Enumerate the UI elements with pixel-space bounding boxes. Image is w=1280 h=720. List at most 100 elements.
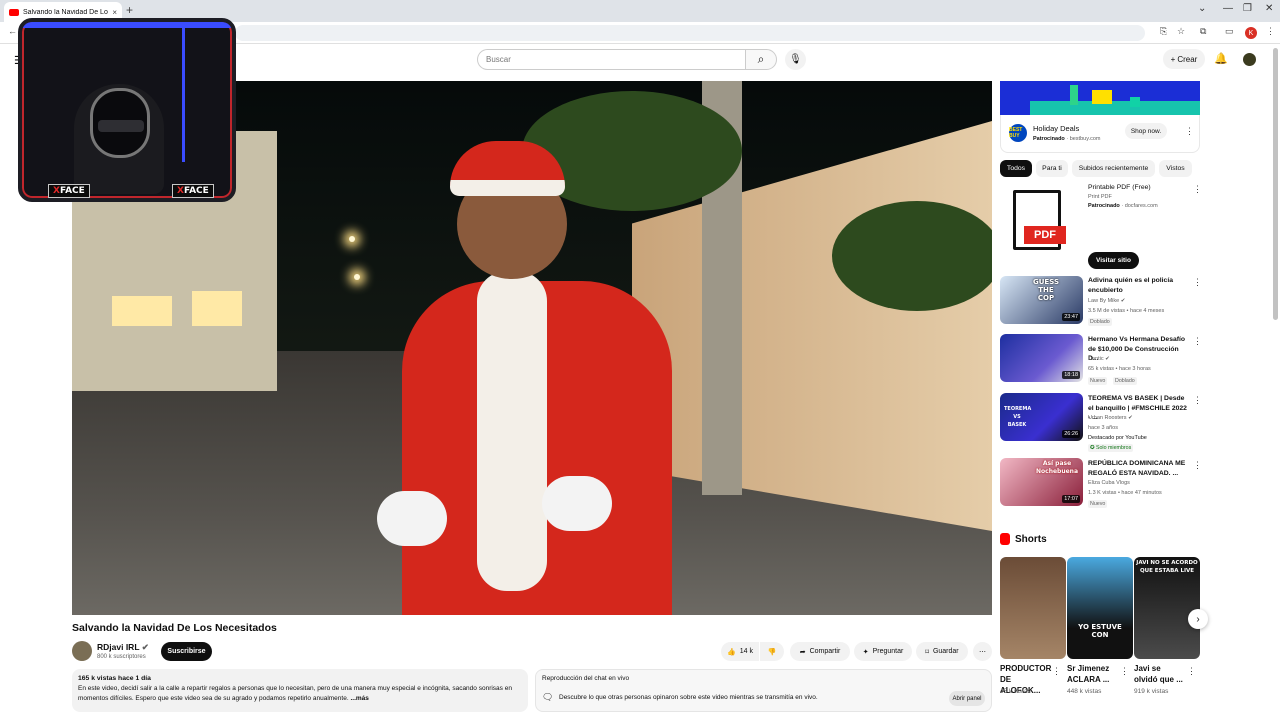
new-badge: Nuevo <box>1088 377 1108 385</box>
video-frame-lamp-2 <box>354 274 360 280</box>
shorts-next-button[interactable]: › <box>1188 609 1208 629</box>
browser-menu-icon[interactable]: ⋮ <box>1266 26 1275 37</box>
chip-todos[interactable]: Todos <box>1000 160 1032 177</box>
recommendation-meta: 65 k vistas • hace 3 horas <box>1088 366 1151 372</box>
dislike-button[interactable]: 👎 <box>760 642 784 661</box>
visit-site-button[interactable]: Visitar sitio <box>1088 252 1139 269</box>
sidepanel-icon[interactable]: ▭ <box>1225 26 1234 37</box>
short-title[interactable]: Sr Jimenez ACLARA ... <box>1067 663 1117 685</box>
microphone-icon: 🎙 <box>789 54 802 65</box>
chip-para-ti[interactable]: Para ti <box>1036 160 1068 177</box>
short-views: 919 k vistas <box>1134 688 1169 695</box>
extensions-icon[interactable]: ⧉ <box>1200 26 1206 37</box>
profile-avatar[interactable]: K <box>1245 27 1257 39</box>
more-actions-button[interactable]: ⋯ <box>973 642 992 661</box>
recommendation-channel: Dantic ✔ <box>1088 356 1110 362</box>
description-box[interactable]: 165 k vistas hace 1 día En este video, d… <box>72 669 528 712</box>
voice-search-button[interactable]: 🎙 <box>785 49 806 70</box>
short-thumbnail[interactable] <box>1000 557 1066 659</box>
video-frame-santa-fur <box>477 271 547 591</box>
subscribe-button[interactable]: Suscribirse <box>161 642 212 661</box>
duration-badge: 23:47 <box>1062 313 1080 321</box>
short-menu-icon[interactable]: ⋮ <box>1187 666 1196 677</box>
short-thumbnail[interactable]: JAVI NO SE ACORDO QUE ESTABA LIVE <box>1134 557 1200 659</box>
install-app-icon[interactable]: ⎘ <box>1160 26 1167 37</box>
video-frame-lamp <box>349 236 355 242</box>
ad-banner-image[interactable] <box>1000 81 1200 115</box>
thumbs-up-icon: 👍 <box>727 648 736 656</box>
close-window-icon[interactable]: ✕ <box>1265 3 1273 14</box>
ad-menu-icon[interactable]: ⋮ <box>1185 126 1194 137</box>
subscriber-count: 800 k suscriptores <box>97 654 146 660</box>
recommendation-thumbnail[interactable]: Así pase Nochebuena 17:07 <box>1000 458 1083 506</box>
maximize-icon[interactable]: ❐ <box>1243 3 1252 14</box>
recommendation-menu-icon[interactable]: ⋮ <box>1193 460 1202 471</box>
video-frame-glove-right <box>542 476 612 531</box>
tab-search-icon[interactable]: ⌄ <box>1198 3 1206 14</box>
chat-replay-text: Descubre lo que otras personas opinaron … <box>559 694 818 701</box>
plus-icon: + <box>1170 54 1176 64</box>
short-menu-icon[interactable]: ⋮ <box>1120 666 1129 677</box>
tab-close-icon[interactable]: × <box>112 8 117 17</box>
chat-bubble-icon: 🗨 <box>542 692 554 702</box>
verified-icon: ✔ <box>1128 415 1133 421</box>
address-bar[interactable] <box>235 25 1145 41</box>
share-button[interactable]: ➦ Compartir <box>790 642 850 661</box>
short-thumbnail[interactable]: YO ESTUVE CON <box>1067 557 1133 659</box>
back-icon[interactable]: ← <box>8 26 17 36</box>
chip-subidos-recientemente[interactable]: Subidos recientemente <box>1072 160 1155 177</box>
search-icon: ⌕ <box>757 52 765 66</box>
promo-thumbnail[interactable]: PDF <box>1000 183 1083 273</box>
youtube-favicon-icon <box>9 8 19 16</box>
recommendation-thumbnail[interactable]: GUESS THE COP 23:47 <box>1000 276 1083 324</box>
short-title[interactable]: Javi se olvidó que ... <box>1134 663 1184 685</box>
search-button[interactable]: ⌕ <box>745 49 777 70</box>
recommendation-channel: Law By Mike ✔ <box>1088 298 1126 304</box>
sparkle-icon: ✦ <box>862 648 869 656</box>
save-button[interactable]: ⌑ Guardar <box>916 642 968 661</box>
ask-button[interactable]: ✦ Preguntar <box>854 642 912 661</box>
notifications-bell-icon[interactable]: 🔔 <box>1214 52 1228 65</box>
verified-icon: ✔ <box>141 642 149 652</box>
promo-title[interactable]: Printable PDF (Free) <box>1088 183 1188 193</box>
search-input[interactable]: Buscar <box>477 49 745 70</box>
open-panel-button[interactable]: Abrir panel <box>949 691 985 706</box>
like-button[interactable]: 👍 14 k <box>721 642 759 661</box>
recommendation-thumbnail[interactable]: 18:18 <box>1000 334 1083 382</box>
recommendation-menu-icon[interactable]: ⋮ <box>1193 336 1202 347</box>
channel-avatar[interactable] <box>72 641 92 661</box>
channel-name[interactable]: RDjavi IRL ✔ <box>97 642 149 653</box>
account-avatar[interactable] <box>1243 53 1256 66</box>
document-icon: PDF <box>1013 190 1066 250</box>
short-menu-icon[interactable]: ⋮ <box>1052 666 1061 677</box>
recommendation-thumbnail[interactable]: TEOREMA VS BASEK 26:26 <box>1000 393 1083 441</box>
face-logo-right: X FACE <box>172 184 214 198</box>
promo-sponsored: Patrocinado · docfares.com <box>1088 203 1158 209</box>
chevron-right-icon: › <box>1196 613 1200 625</box>
new-tab-button[interactable]: + <box>126 3 133 17</box>
dubbed-badge: Doblado <box>1088 318 1112 326</box>
chip-vistos[interactable]: Vistos <box>1159 160 1192 177</box>
recommendation-menu-icon[interactable]: ⋮ <box>1193 277 1202 288</box>
promo-menu-icon[interactable]: ⋮ <box>1193 184 1202 195</box>
create-button[interactable]: + Crear <box>1163 49 1205 69</box>
show-more-link[interactable]: ...más <box>350 695 368 702</box>
webcam-overlay: X FACE X FACE <box>18 18 236 202</box>
streamer-glasses <box>98 120 144 132</box>
recommendation-title[interactable]: REPÚBLICA DOMINICANA ME REGALÓ ESTA NAVI… <box>1088 459 1188 478</box>
ad-card[interactable]: BEST BUY Holiday Deals Patrocinado · bes… <box>1000 115 1200 153</box>
video-frame-palm-right <box>832 201 992 311</box>
recommendation-menu-icon[interactable]: ⋮ <box>1193 395 1202 406</box>
minimize-icon[interactable]: — <box>1223 3 1233 14</box>
recommendation-meta: 1.3 K vistas • hace 47 minutos <box>1088 490 1162 496</box>
recommendation-channel: Urban Roosters ✔ <box>1088 415 1133 421</box>
featured-label: Destacado por YouTube <box>1088 435 1147 441</box>
recommendation-title[interactable]: Adivina quién es el policía encubierto <box>1088 276 1188 295</box>
video-title: Salvando la Navidad De Los Necesitados <box>72 622 277 634</box>
verified-icon: ✔ <box>1105 356 1110 362</box>
page-scrollbar[interactable] <box>1273 48 1278 320</box>
bookmark-icon: ⌑ <box>925 648 929 656</box>
shop-now-button[interactable]: Shop now. <box>1125 123 1167 139</box>
bookmark-star-icon[interactable]: ☆ <box>1177 26 1185 37</box>
bestbuy-logo: BEST BUY <box>1009 124 1027 142</box>
